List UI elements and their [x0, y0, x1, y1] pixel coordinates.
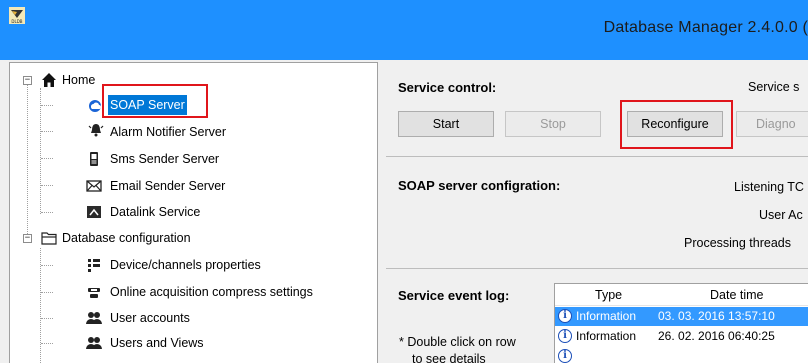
collapse-toggle-icon[interactable]: − — [23, 76, 32, 85]
information-icon: i — [558, 349, 572, 363]
envelope-icon — [86, 180, 102, 192]
tree-item-label: Device/channels properties — [110, 258, 261, 272]
tree-item-online-acquisition-compress[interactable]: Online acquisition compress settings — [0, 282, 378, 302]
table-row[interactable]: i Information 26. 02. 2016 06:40:25 — [555, 327, 808, 346]
column-header-type[interactable]: Type — [595, 288, 622, 302]
folder-icon — [41, 232, 57, 245]
information-icon: i — [558, 309, 572, 323]
alarm-bell-icon — [88, 124, 104, 137]
collapse-toggle-icon[interactable]: − — [23, 234, 32, 243]
row-datetime: 03. 03. 2016 13:57:10 — [658, 309, 775, 323]
users-icon — [86, 312, 102, 324]
service-status-label: Service s — [748, 80, 800, 94]
tree-item-alarm-notifier[interactable]: Alarm Notifier Server — [0, 122, 378, 142]
svg-text:DLDB: DLDB — [11, 19, 22, 24]
cloud-server-icon — [89, 100, 101, 112]
home-icon — [42, 73, 56, 87]
separator — [386, 268, 808, 269]
row-type: Information — [576, 309, 637, 323]
event-log-hint: * Double click on row — [399, 335, 516, 349]
table-row[interactable]: i Information 03. 03. 2016 13:57:10 — [555, 307, 808, 326]
channels-icon — [88, 259, 100, 272]
tree-item-label: Email Sender Server — [110, 179, 226, 193]
start-button[interactable]: Start — [398, 111, 494, 137]
event-log-label: Service event log: — [398, 288, 510, 303]
datalink-icon — [87, 206, 101, 218]
highlight-annotation — [620, 100, 733, 149]
phone-icon — [90, 152, 98, 166]
event-log-table[interactable]: Type Date time i Information 03. 03. 201… — [554, 283, 808, 363]
row-datetime: 26. 02. 2016 06:40:25 — [658, 329, 775, 343]
tree-item-label: Sms Sender Server — [110, 152, 220, 166]
highlight-annotation — [102, 84, 208, 118]
information-icon: i — [558, 329, 572, 343]
tree-item-datalink-service[interactable]: Datalink Service — [0, 202, 378, 222]
tree-item-label: Database configuration — [62, 231, 191, 245]
stop-button[interactable]: Stop — [505, 111, 601, 137]
tree-item-email-sender[interactable]: Email Sender Server — [0, 176, 378, 196]
title-bar: DLDB Database Manager 2.4.0.0 ( — [0, 0, 808, 60]
tree-item-label: Online acquisition compress settings — [110, 285, 313, 299]
listening-tcp-label: Listening TC — [734, 180, 804, 194]
soap-config-label: SOAP server configration: — [398, 178, 561, 193]
tree-item-user-accounts[interactable]: User accounts — [0, 308, 378, 328]
diagnose-button[interactable]: Diagno — [736, 111, 808, 137]
dldb-app-icon: DLDB — [9, 7, 25, 24]
tree-item-label: Home — [62, 73, 96, 87]
table-row[interactable]: i — [555, 347, 808, 363]
tree-item-label: Alarm Notifier Server — [110, 125, 226, 139]
event-log-hint-2: to see details — [412, 352, 486, 363]
users-views-icon — [86, 337, 102, 349]
tree-item-users-and-views[interactable]: Users and Views — [0, 333, 378, 353]
compress-icon — [88, 288, 100, 298]
processing-threads-label: Processing threads — [684, 236, 792, 250]
tree-item-label: User accounts — [110, 311, 190, 325]
tree-item-database-configuration[interactable]: − Database configuration — [0, 228, 378, 248]
tree-item-sms-sender[interactable]: Sms Sender Server — [0, 149, 378, 169]
separator — [386, 156, 808, 157]
column-header-datetime[interactable]: Date time — [710, 288, 764, 302]
service-control-label: Service control: — [398, 80, 497, 95]
tree-item-label: Users and Views — [110, 336, 204, 350]
row-type: Information — [576, 329, 637, 343]
tree-item-label: Datalink Service — [110, 205, 201, 219]
user-account-label: User Ac — [759, 208, 803, 222]
window-title: Database Manager 2.4.0.0 ( — [603, 19, 808, 36]
tree-item-device-channels[interactable]: Device/channels properties — [0, 255, 378, 275]
event-log-header: Type Date time — [555, 284, 808, 306]
